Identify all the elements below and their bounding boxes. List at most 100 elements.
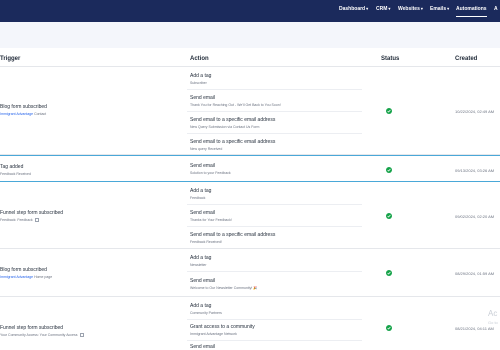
table-row[interactable]: Funnel step form subscribed Your Communi… — [0, 297, 500, 350]
action-title: Send email — [190, 344, 216, 350]
action-subtitle: New query Received — [190, 147, 223, 151]
action-item: Send email to a specific email address N… — [190, 117, 275, 129]
created-date: 08/21/2024, 04:11 AM — [455, 326, 494, 331]
nav-item-crm[interactable]: CRM▾ — [376, 6, 390, 12]
column-header-trigger: Trigger — [0, 56, 21, 62]
action-subtitle: Community Partners — [190, 311, 222, 315]
action-title: Grant access to a community — [190, 324, 255, 330]
action-title: Add a tag — [190, 73, 212, 79]
action-subtitle: New Query Submission via Contact Us Form — [190, 125, 260, 129]
action-title: Send email — [190, 163, 216, 169]
action-title: Send email to a specific email address — [190, 117, 276, 123]
action-divider — [187, 89, 362, 90]
check-circle-icon — [386, 213, 392, 219]
trigger-subtitle: Your Community Access: Your Community Ac… — [0, 333, 180, 338]
trigger-link[interactable]: Immigrant Advantage — [0, 275, 33, 279]
action-subtitle: Immigrant Advantage Network — [190, 332, 237, 336]
action-title: Send email — [190, 95, 216, 101]
nav-item-dashboard[interactable]: Dashboard▾ — [339, 6, 368, 12]
chevron-down-icon: ▾ — [388, 6, 391, 11]
created-date: 09/02/2024, 02:20 AM — [455, 214, 495, 219]
check-circle-icon — [386, 325, 392, 331]
action-item: Send email to a specific email address F… — [190, 232, 275, 244]
action-subtitle: Thank You for Reaching Out - We'll Get B… — [190, 103, 281, 107]
action-subtitle: Feedback Received! — [190, 240, 222, 244]
column-header-action: Action — [190, 56, 209, 62]
action-subtitle: Subscriber — [190, 81, 207, 85]
action-subtitle: Thanks for Your Feedback! — [190, 218, 232, 222]
trigger-title: Funnel step form subscribed — [0, 210, 64, 216]
action-item: Send email to a specific email address N… — [190, 139, 275, 151]
trigger-cell: Blog form subscribed Immigrant Advantage… — [0, 267, 180, 279]
action-divider — [187, 204, 362, 205]
action-title: Add a tag — [190, 255, 212, 261]
action-divider — [187, 133, 362, 134]
action-divider — [187, 340, 362, 341]
action-title: Add a tag — [190, 188, 212, 194]
trigger-title: Blog form subscribed — [0, 104, 47, 110]
activation-watermark: Ac — [488, 309, 498, 318]
action-item: Add a tag Subscriber — [190, 73, 211, 85]
action-divider — [187, 271, 362, 272]
activation-watermark-sub: Go to — [488, 320, 498, 325]
table-row[interactable]: Blog form subscribed Immigrant Advantage… — [0, 249, 500, 297]
trigger-title: Funnel step form subscribed — [0, 325, 64, 331]
action-subtitle: Solution to your Feedback — [190, 171, 231, 175]
action-title: Send email — [190, 210, 216, 216]
external-link-icon[interactable] — [79, 333, 84, 338]
action-subtitle: Welcome to Our Newsletter Community! 🎉 — [190, 286, 258, 290]
created-date: 08/29/2024, 01:59 AM — [455, 271, 495, 276]
action-title: Send email to a specific email address — [190, 232, 276, 238]
action-item: Grant access to a community Immigrant Ad… — [190, 324, 255, 336]
trigger-link[interactable]: Immigrant Advantage — [0, 112, 33, 116]
action-item: Send email — [190, 344, 215, 350]
trigger-subtitle: Immigrant Advantage Contact — [0, 112, 180, 116]
trigger-detail: Feedback Received — [0, 172, 31, 176]
action-title: Send email — [190, 278, 216, 284]
action-item: Add a tag Community Partners — [190, 303, 222, 315]
check-circle-icon — [386, 167, 392, 173]
nav-item-websites[interactable]: Websites▾ — [398, 6, 423, 12]
check-circle-icon — [386, 270, 392, 276]
chevron-down-icon: ▾ — [447, 6, 450, 11]
action-item: Add a tag Newsletter — [190, 255, 211, 267]
action-title: Send email to a specific email address — [190, 139, 276, 145]
action-divider — [187, 111, 362, 112]
trigger-detail: Contact — [34, 112, 47, 116]
column-header-status: Status — [381, 56, 400, 62]
table-row[interactable]: Blog form subscribed Immigrant Advantage… — [0, 67, 500, 155]
created-date: 10/22/2024, 02:49 AM — [455, 109, 495, 114]
action-item: Send email Welcome to Our Newsletter Com… — [190, 278, 258, 290]
check-circle-icon — [386, 108, 392, 114]
trigger-subtitle: Immigrant Advantage Home page — [0, 275, 180, 279]
action-subtitle: Feedback — [190, 196, 206, 200]
created-date: 09/13/2024, 03:26 AM — [455, 168, 495, 173]
nav-item-more[interactable]: A — [494, 6, 498, 12]
trigger-cell: Tag added Feedback Received — [0, 164, 180, 176]
action-item: Send email Solution to your Feedback — [190, 163, 231, 175]
trigger-cell: Funnel step form subscribed Your Communi… — [0, 325, 180, 338]
chevron-down-icon: ▾ — [420, 6, 423, 11]
chevron-down-icon: ▾ — [366, 6, 369, 11]
external-link-icon[interactable] — [34, 218, 39, 223]
trigger-title: Blog form subscribed — [0, 267, 47, 273]
trigger-detail: Home page — [34, 275, 53, 279]
trigger-cell: Blog form subscribed Immigrant Advantage… — [0, 104, 180, 116]
top-navigation-bar: Dashboard▾ CRM▾ Websites▾ Emails▾ Automa… — [0, 0, 500, 22]
page-toolbar-area — [0, 22, 500, 48]
table-row[interactable]: Tag added Feedback Received Send email S… — [0, 155, 500, 182]
trigger-detail: Feedback: Feedback — [0, 218, 33, 222]
action-item: Add a tag Feedback — [190, 188, 211, 200]
trigger-detail: Your Community Access: Your Community Ac… — [0, 333, 78, 337]
trigger-cell: Funnel step form subscribed Feedback: Fe… — [0, 210, 180, 223]
action-subtitle: Newsletter — [190, 263, 207, 267]
trigger-subtitle: Feedback: Feedback — [0, 218, 180, 223]
action-item: Send email Thanks for Your Feedback! — [190, 210, 232, 222]
table-row[interactable]: Funnel step form subscribed Feedback: Fe… — [0, 182, 500, 249]
trigger-title: Tag added — [0, 164, 24, 170]
nav-item-automations[interactable]: Automations — [456, 6, 487, 17]
action-divider — [187, 226, 362, 227]
action-item: Send email Thank You for Reaching Out - … — [190, 95, 281, 107]
nav-item-emails[interactable]: Emails▾ — [430, 6, 449, 12]
action-divider — [187, 319, 362, 320]
